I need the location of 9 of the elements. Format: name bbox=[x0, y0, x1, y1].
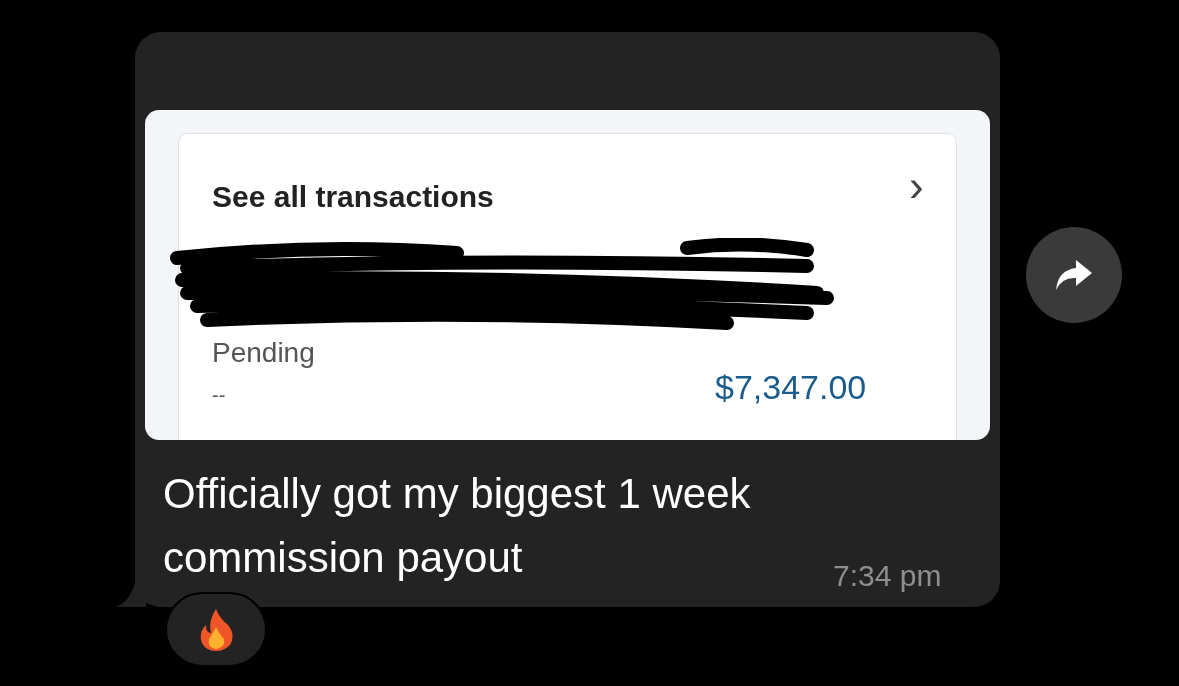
message-time: 7:34 pm bbox=[833, 558, 942, 594]
fire-icon bbox=[198, 608, 234, 651]
status-text: Pending bbox=[212, 336, 315, 370]
date-text: -- bbox=[212, 383, 226, 408]
chevron-icon[interactable]: › bbox=[909, 164, 924, 208]
see-all-transactions-link[interactable]: See all transactions bbox=[212, 174, 494, 219]
message-text: Officially got my biggest 1 week commission payout bbox=[163, 469, 752, 583]
amount-text: $7,347.00 bbox=[715, 367, 867, 408]
share-arrow-icon bbox=[1056, 260, 1092, 290]
